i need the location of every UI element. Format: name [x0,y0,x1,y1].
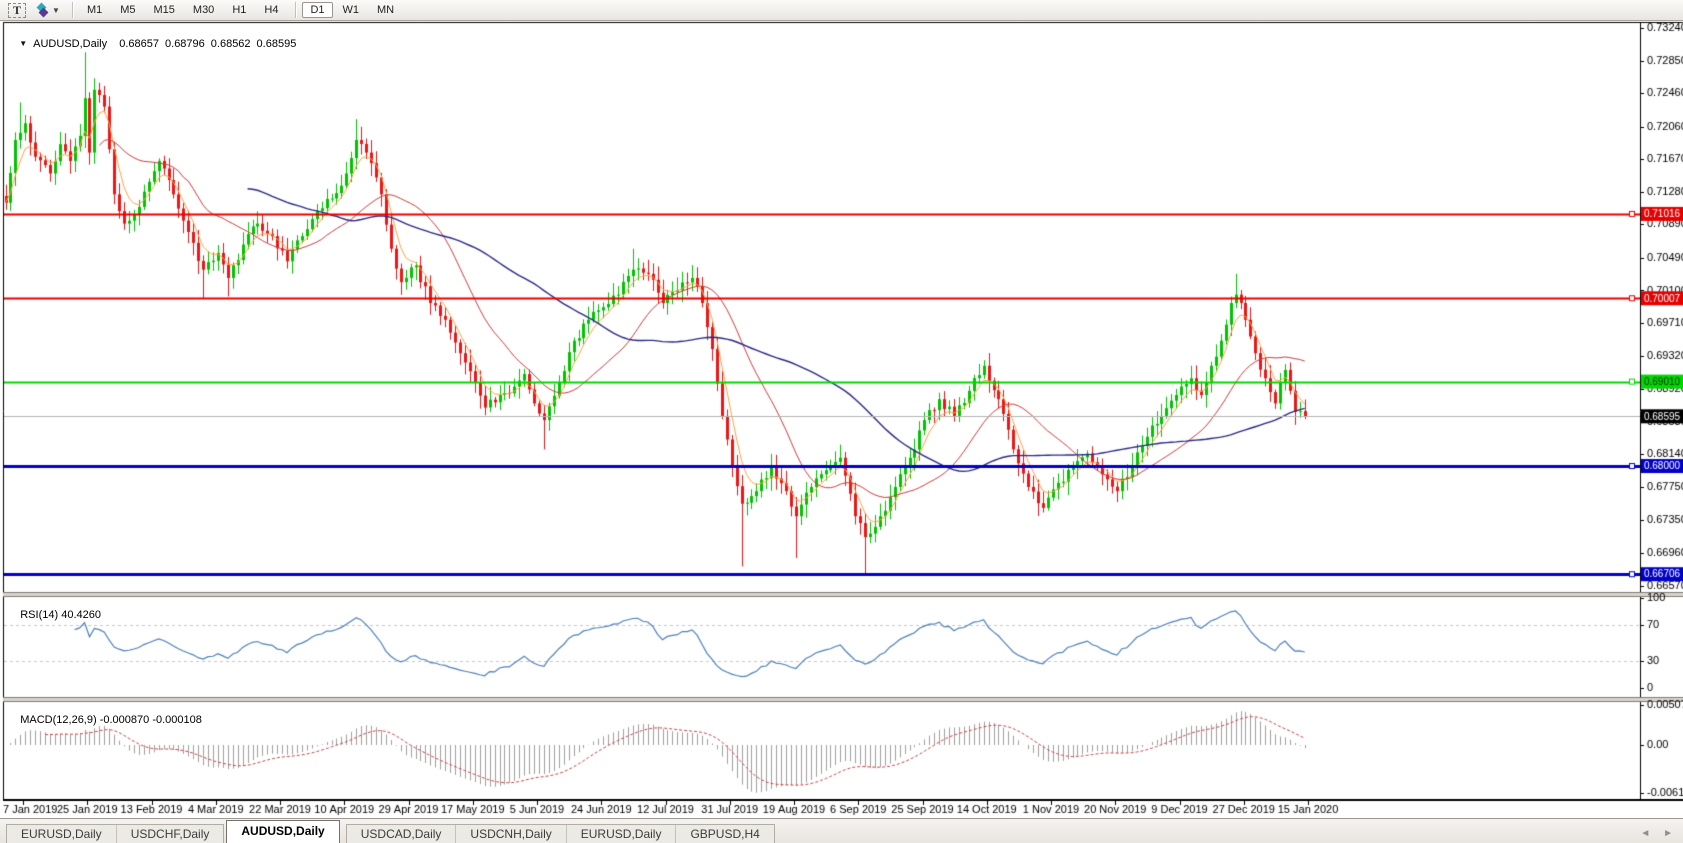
tab-eurusd-daily-2[interactable]: EURUSD,Daily [566,825,676,843]
text-tool-button[interactable]: T [4,1,30,19]
timeframe-h1-button[interactable]: H1 [224,2,254,18]
timeframe-m15-button[interactable]: M15 [146,2,183,18]
ohlc-low: 0.68562 [211,38,251,50]
toolbar-separator [72,2,73,18]
timeframe-m30-button[interactable]: M30 [185,2,222,18]
tab-usdcad-daily[interactable]: USDCAD,Daily [347,825,456,843]
tab-usdcnh-daily[interactable]: USDCNH,Daily [455,825,565,843]
timeframe-m5-button[interactable]: M5 [112,2,143,18]
rsi-label: RSI(14) [20,609,58,621]
tab-audusd-daily[interactable]: AUDUSD,Daily [226,820,339,843]
diamond-icon [39,8,49,18]
ohlc-close: 0.68595 [257,38,297,50]
tabs-scroll-right-button[interactable]: ► [1663,828,1673,839]
macd-indicator-title: MACD(12,26,9) -0.000870 -0.000108 [8,702,202,738]
tab-group-right: USDCAD,Daily USDCNH,Daily EURUSD,Daily G… [346,824,775,843]
tab-scroll-buttons: ◄ ► [1630,828,1673,839]
macd-main-value: -0.000870 [100,714,150,726]
chart-tab-bar: EURUSD,Daily USDCHF,Daily AUDUSD,Daily U… [0,818,1683,843]
timeframe-mn-button[interactable]: MN [369,2,402,18]
chart-symbol-period: AUDUSD,Daily [33,38,107,50]
tab-group-left: EURUSD,Daily USDCHF,Daily [6,824,224,843]
rsi-indicator-title: RSI(14) 40.4260 [8,597,101,633]
timeframe-w1-button[interactable]: W1 [335,2,368,18]
text-tool-icon: T [8,3,26,18]
tab-gbpusd-h4[interactable]: GBPUSD,H4 [675,825,773,843]
timeframe-h4-button[interactable]: H4 [256,2,286,18]
tabs-scroll-left-button[interactable]: ◄ [1640,828,1650,839]
toolbar-separator [295,2,296,18]
macd-signal-value: -0.000108 [152,714,202,726]
dropdown-caret-icon: ▼ [52,6,60,15]
tab-eurusd-daily[interactable]: EURUSD,Daily [7,825,116,843]
ohlc-high: 0.68796 [165,38,205,50]
ohlc-open: 0.68657 [119,38,159,50]
timeframe-d1-button[interactable]: D1 [302,2,332,18]
macd-label: MACD(12,26,9) [20,714,96,726]
object-style-button[interactable]: ▼ [34,1,64,19]
trading-platform-window: T ▼ M1 M5 M15 M30 H1 H4 D1 W1 MN ▼ AUDUSD… [0,0,1683,843]
chart-title: ▼ AUDUSD,Daily 0.68657 0.68796 0.68562 0.685… [7,26,302,62]
collapse-triangle-icon[interactable]: ▼ [19,39,27,48]
price-chart-canvas[interactable] [0,0,1683,843]
tab-usdchf-daily[interactable]: USDCHF,Daily [116,825,224,843]
timeframe-m1-button[interactable]: M1 [79,2,110,18]
rsi-value: 40.4260 [61,609,101,621]
toolbar: T ▼ M1 M5 M15 M30 H1 H4 D1 W1 MN [0,0,1683,21]
